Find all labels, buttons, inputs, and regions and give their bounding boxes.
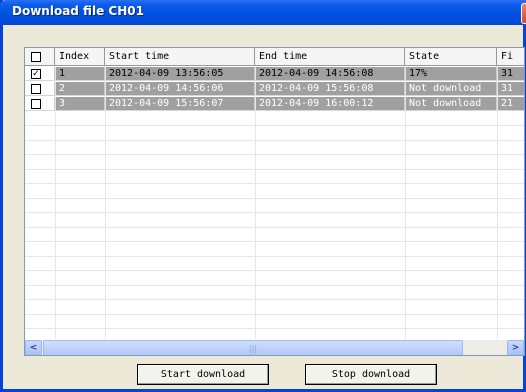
scroll-left-icon[interactable]: < [25,340,42,355]
cell-start-time: 2012-04-09 15:56:07 [105,97,255,110]
row-checkbox[interactable] [31,99,41,109]
stop-download-button[interactable]: Stop download [305,364,437,385]
scroll-right-icon[interactable]: > [507,340,524,355]
cell-file: 21 [501,98,514,109]
empty-row [25,272,524,286]
cell-index: 2 [55,82,105,95]
cell-end-time: 2012-04-09 14:56:08 [255,67,405,80]
empty-row [25,315,524,329]
empty-row [25,199,524,213]
cell-file: 31 [501,83,514,94]
empty-row [25,185,524,199]
title-bar: Download file CH01 ✕ [0,0,526,25]
table-row[interactable]: 3 2012-04-09 15:56:07 2012-04-09 16:00:1… [25,97,524,111]
header-start-time[interactable]: Start time [105,48,255,65]
file-list-table[interactable]: Index Start time End time State Fi ✓ 1 2… [24,47,525,356]
cell-index: 3 [55,97,105,110]
empty-row [25,127,524,141]
empty-row [25,228,524,242]
cell-file: 31 [501,68,514,79]
empty-row [25,257,524,271]
empty-row [25,301,524,315]
cell-end-time: 2012-04-09 15:56:08 [255,82,405,95]
cell-state: Not download [405,97,497,110]
scroll-thumb[interactable]: ||| [43,340,463,355]
start-download-button[interactable]: Start download [137,364,269,385]
header-select-all-cell[interactable] [25,48,55,65]
cell-state: Not download [405,82,497,95]
grid-divider [405,66,406,339]
cell-start-time: 2012-04-09 13:56:05 [105,67,255,80]
empty-row [25,214,524,228]
empty-row [25,286,524,300]
window-title: Download file CH01 [12,4,144,18]
cell-state: 17% [405,67,497,80]
cell-index: 1 [55,67,105,80]
grid-divider [105,66,106,339]
table-header: Index Start time End time State Fi [25,48,524,66]
table-row[interactable]: 2 2012-04-09 14:56:06 2012-04-09 15:56:0… [25,82,524,96]
empty-row [25,243,524,257]
empty-row [25,170,524,184]
grip-icon: ||| [249,344,258,353]
cell-end-time: 2012-04-09 16:00:12 [255,97,405,110]
horizontal-scrollbar[interactable]: < ||| > [25,339,524,355]
header-file[interactable]: Fi [497,48,524,65]
close-icon[interactable]: ✕ [521,3,526,24]
row-check-cell[interactable] [25,82,55,95]
empty-row [25,141,524,155]
select-all-checkbox[interactable] [31,52,41,62]
header-index[interactable]: Index [55,48,105,65]
header-end-time[interactable]: End time [255,48,405,65]
grid-divider [497,66,498,339]
row-checkbox[interactable] [31,84,41,94]
grid-divider [55,66,56,339]
row-checkbox[interactable]: ✓ [31,69,41,79]
grid-divider [255,66,256,339]
row-check-cell[interactable]: ✓ [25,67,55,80]
row-check-cell[interactable] [25,97,55,110]
table-row[interactable]: ✓ 1 2012-04-09 13:56:05 2012-04-09 14:56… [25,67,524,81]
header-state[interactable]: State [405,48,497,65]
empty-row [25,156,524,170]
cell-start-time: 2012-04-09 14:56:06 [105,82,255,95]
empty-row [25,112,524,126]
